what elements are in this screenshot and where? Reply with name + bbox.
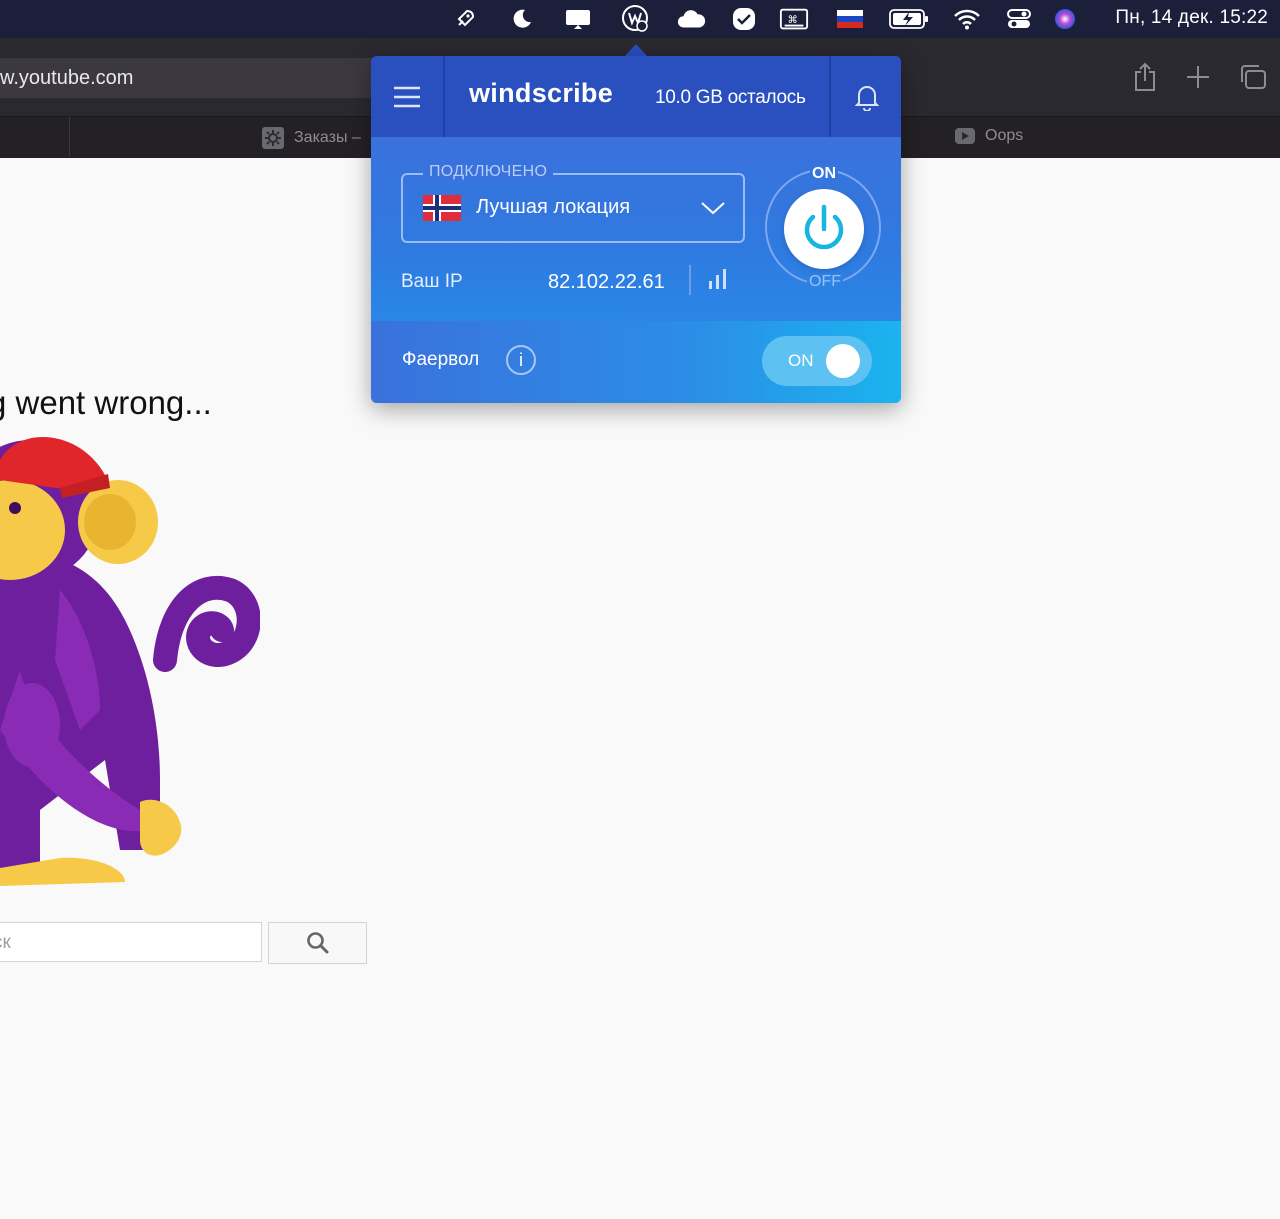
windscribe-popup: windscribe 10.0 GB осталось ПОДКЛЮЧЕНО Л… — [371, 56, 901, 403]
tab-oops[interactable]: Oops — [955, 127, 1023, 145]
toggle-knob — [826, 344, 860, 378]
power-on-label: ON — [810, 165, 838, 183]
control-center-icon[interactable] — [1004, 5, 1034, 33]
menu-button[interactable] — [371, 56, 445, 137]
firewall-toggle[interactable]: ON — [762, 336, 872, 386]
location-selector[interactable]: ПОДКЛЮЧЕНО Лучшая локация — [401, 163, 745, 243]
siri-icon[interactable] — [1050, 5, 1080, 33]
russian-flag-icon[interactable] — [835, 5, 865, 33]
signal-strength-icon — [709, 269, 726, 289]
firewall-toggle-label: ON — [788, 351, 814, 370]
tab-label: Oops — [985, 127, 1024, 144]
tab-orders[interactable]: Заказы – — [262, 127, 361, 149]
cloud-icon[interactable] — [676, 5, 706, 33]
command-icon[interactable]: ⌘ — [779, 5, 809, 33]
wifi-icon[interactable] — [952, 5, 982, 33]
search-input[interactable]: ск — [0, 922, 262, 962]
power-icon — [804, 204, 844, 250]
connection-panel: ПОДКЛЮЧЕНО Лучшая локация Ваш IP 82.102.… — [371, 137, 901, 321]
firewall-label: Фаервол — [402, 349, 480, 370]
display-icon[interactable] — [563, 5, 593, 33]
ip-address: 82.102.22.61 — [548, 271, 665, 293]
address-bar[interactable]: w.youtube.com — [0, 58, 400, 98]
chevron-down-icon — [701, 202, 725, 215]
tab-label: Заказы – — [294, 129, 361, 146]
monkey-illustration — [0, 437, 260, 886]
search-icon — [306, 932, 328, 954]
power-button[interactable] — [784, 189, 864, 269]
firewall-panel: Фаервол i ON — [371, 321, 901, 403]
youtube-icon — [955, 128, 975, 144]
new-tab-button[interactable] — [1180, 60, 1216, 94]
ip-label: Ваш IP — [401, 271, 463, 292]
rocket-icon[interactable] — [450, 5, 480, 33]
gear-icon — [262, 127, 284, 149]
connection-status: ПОДКЛЮЧЕНО — [423, 163, 554, 181]
battery-charging-icon[interactable] — [887, 5, 931, 33]
tab-overview-button[interactable] — [1235, 60, 1271, 94]
location-name: Лучшая локация — [476, 196, 631, 218]
search-button[interactable] — [268, 922, 367, 964]
svg-text:⌘: ⌘ — [787, 14, 797, 26]
share-button[interactable] — [1127, 60, 1163, 94]
bell-icon — [855, 85, 879, 111]
check-badge-icon[interactable] — [729, 5, 759, 33]
ip-separator — [689, 265, 691, 295]
tab-separator — [69, 116, 70, 157]
norway-flag-icon — [423, 195, 461, 221]
windscribe-icon[interactable] — [620, 5, 650, 33]
error-title: g went wrong... — [0, 384, 212, 421]
moon-icon[interactable] — [507, 5, 537, 33]
menubar: ⌘ Пн, 14 дек. 15:22 — [0, 0, 1280, 38]
hamburger-icon — [394, 86, 420, 107]
notifications-button[interactable] — [829, 56, 901, 137]
menubar-clock[interactable]: Пн, 14 дек. 15:22 — [1115, 7, 1268, 29]
windscribe-logo: windscribe — [469, 78, 614, 108]
windscribe-header: windscribe 10.0 GB осталось — [371, 56, 901, 137]
data-remaining: 10.0 GB осталось — [655, 87, 806, 108]
info-button[interactable]: i — [506, 345, 536, 375]
power-off-label: OFF — [807, 273, 843, 291]
